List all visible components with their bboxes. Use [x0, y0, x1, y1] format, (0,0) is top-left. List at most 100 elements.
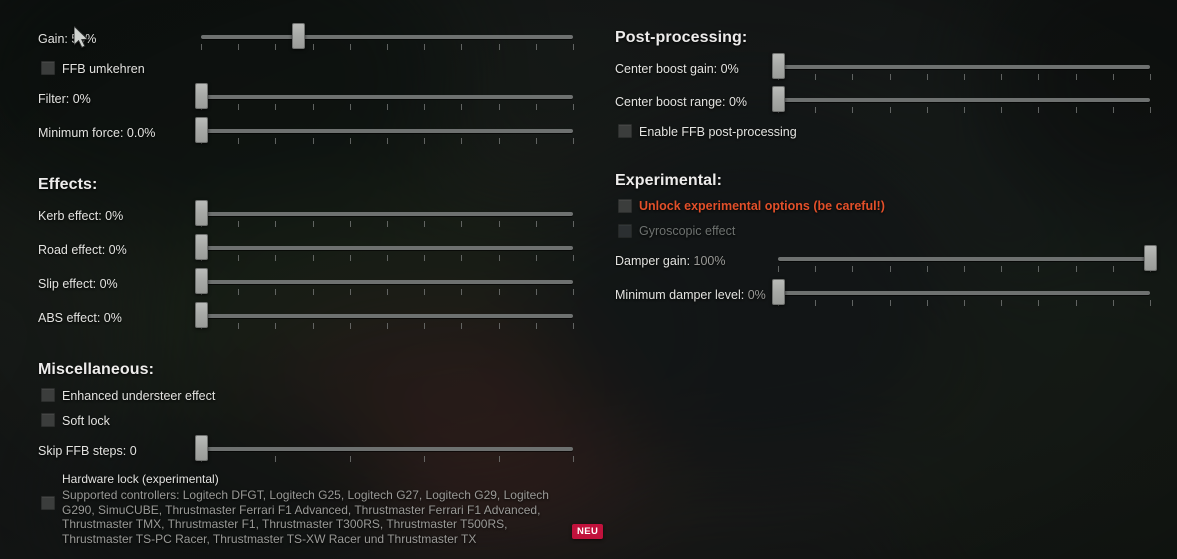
- slider-tick: [349, 255, 351, 261]
- kerb-effect-slider-track[interactable]: [201, 212, 573, 216]
- slider-tick: [461, 104, 463, 110]
- road-effect-slider[interactable]: [195, 234, 574, 262]
- minimum-damper-level-slider-handle[interactable]: [772, 279, 785, 305]
- slider-tick: [535, 255, 537, 261]
- slider-tick: [852, 300, 854, 306]
- minimum-force-slider[interactable]: [195, 117, 574, 144]
- abs-effect-slider[interactable]: [195, 302, 574, 329]
- gain-slider-handle[interactable]: [291, 23, 305, 49]
- damper-gain-label-prefix: Damper gain:: [615, 254, 694, 268]
- slip-effect-slider[interactable]: [195, 268, 574, 295]
- road-effect-slider-track[interactable]: [201, 246, 573, 250]
- skip-ffb-steps-slider-handle[interactable]: [195, 435, 208, 461]
- slider-tick: [778, 266, 779, 272]
- road-effect-slider-handle[interactable]: [195, 234, 208, 260]
- slider-tick: [573, 44, 574, 50]
- center-boost-gain-slider[interactable]: [772, 53, 1151, 81]
- slider-tick: [387, 323, 388, 329]
- slider-tick: [349, 44, 351, 50]
- slider-tick: [573, 456, 574, 462]
- slider-tick: [573, 138, 574, 144]
- slider-tick: [461, 138, 463, 144]
- minimum-force-slider-track[interactable]: [201, 129, 573, 133]
- minimum-damper-level-value: 0%: [747, 288, 766, 302]
- road-effect-label: Road effect: 0%: [38, 243, 127, 257]
- slider-tick: [349, 221, 351, 227]
- ffb-invert-checkbox[interactable]: [41, 61, 55, 75]
- slider-tick: [926, 74, 928, 80]
- slider-tick: [349, 456, 351, 462]
- soft-lock-label: Soft lock: [62, 414, 110, 428]
- hardware-lock-checkbox[interactable]: [41, 496, 55, 510]
- unlock-experimental-checkbox[interactable]: [618, 199, 632, 213]
- slider-tick: [573, 323, 574, 329]
- slider-tick: [964, 74, 965, 80]
- filter-label: Filter: 0%: [38, 92, 91, 106]
- gain-label: Gain: 50%: [38, 32, 97, 46]
- slider-tick: [498, 456, 500, 462]
- skip-ffb-steps-slider[interactable]: [195, 435, 574, 462]
- slider-tick: [889, 74, 891, 80]
- filter-slider-handle[interactable]: [195, 83, 208, 109]
- abs-effect-slider-handle[interactable]: [195, 302, 208, 328]
- filter-slider[interactable]: [195, 83, 574, 111]
- soft-lock-checkbox[interactable]: [41, 413, 55, 427]
- slider-tick: [1150, 107, 1151, 113]
- gain-slider[interactable]: [201, 23, 574, 50]
- skip-ffb-steps-label: Skip FFB steps: 0: [38, 444, 137, 458]
- slip-effect-slider-track[interactable]: [201, 280, 573, 284]
- filter-slider-ticks: [201, 104, 574, 111]
- slider-tick: [852, 74, 854, 80]
- slider-tick: [1112, 266, 1114, 272]
- slider-tick: [926, 107, 928, 113]
- center-boost-range-label: Center boost range: 0%: [615, 95, 748, 109]
- slider-tick: [1001, 74, 1003, 80]
- minimum-force-slider-handle[interactable]: [195, 117, 208, 143]
- slider-tick: [424, 323, 426, 329]
- minimum-damper-level-slider[interactable]: [772, 279, 1151, 306]
- skip-ffb-steps-slider-track[interactable]: [201, 447, 573, 451]
- center-boost-gain-slider-track[interactable]: [778, 65, 1150, 69]
- center-boost-gain-slider-handle[interactable]: [772, 53, 785, 79]
- slider-tick: [1075, 74, 1077, 80]
- enable-ffb-post-processing-checkbox[interactable]: [618, 124, 632, 138]
- minimum-damper-level-slider-track[interactable]: [778, 291, 1150, 295]
- new-badge: NEU: [572, 524, 604, 539]
- filter-slider-track[interactable]: [201, 95, 573, 99]
- enhanced-understeer-label: Enhanced understeer effect: [62, 389, 216, 403]
- slider-tick: [1038, 107, 1040, 113]
- gain-slider-track[interactable]: [201, 35, 573, 39]
- abs-effect-slider-track[interactable]: [201, 314, 573, 318]
- kerb-effect-slider[interactable]: [195, 200, 574, 227]
- kerb-effect-slider-handle[interactable]: [195, 200, 208, 226]
- slider-tick: [312, 138, 314, 144]
- slider-tick: [498, 104, 500, 110]
- damper-gain-slider[interactable]: [778, 245, 1157, 272]
- slider-tick: [889, 107, 891, 113]
- slider-tick: [926, 266, 928, 272]
- slip-effect-slider-handle[interactable]: [195, 268, 208, 294]
- gyroscopic-effect-label: Gyroscopic effect: [639, 224, 736, 238]
- slider-tick: [238, 138, 240, 144]
- slip-effect-label: Slip effect: 0%: [38, 277, 118, 291]
- enable-ffb-post-processing-label: Enable FFB post-processing: [639, 125, 797, 139]
- slider-tick: [461, 44, 463, 50]
- road-effect-slider-ticks: [201, 255, 574, 262]
- slider-tick: [1112, 107, 1114, 113]
- center-boost-range-slider-handle[interactable]: [772, 86, 785, 112]
- unlock-experimental-label: Unlock experimental options (be careful!…: [639, 199, 885, 213]
- slider-tick: [387, 44, 388, 50]
- slider-tick: [1075, 266, 1077, 272]
- slider-tick: [1001, 107, 1003, 113]
- slider-tick: [815, 107, 817, 113]
- slider-tick: [349, 289, 351, 295]
- damper-gain-slider-handle[interactable]: [1144, 245, 1157, 271]
- slider-tick: [275, 289, 277, 295]
- center-boost-range-slider-track[interactable]: [778, 98, 1150, 102]
- slider-tick: [852, 266, 854, 272]
- center-boost-range-slider[interactable]: [772, 86, 1151, 113]
- center-boost-gain-slider-ticks: [778, 74, 1151, 81]
- enhanced-understeer-checkbox[interactable]: [41, 388, 55, 402]
- damper-gain-slider-track[interactable]: [778, 257, 1150, 261]
- slider-tick: [964, 107, 965, 113]
